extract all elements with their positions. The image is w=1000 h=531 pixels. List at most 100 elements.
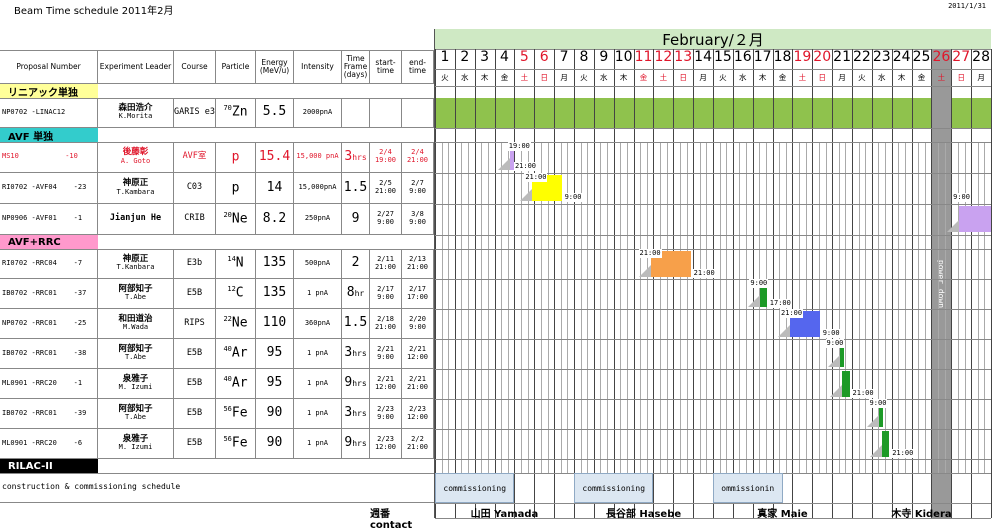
day-divider [951, 49, 953, 518]
energy-cell: 15.4 [256, 142, 294, 172]
proposal-cell: IB0702 -RRC01 -39 [0, 399, 98, 428]
course-cell: CRIB [174, 204, 216, 234]
commissioning-block[interactable]: commissioning [435, 473, 515, 503]
course-cell: GARIS e3 [174, 98, 216, 127]
header-course: Course [174, 51, 216, 83]
day-divider [653, 49, 655, 518]
day-divider [534, 49, 536, 518]
particle-cell: 56Fe [216, 429, 256, 458]
end-cell: 2/7 9:00 [402, 173, 434, 203]
grid-row-divider [435, 459, 991, 460]
day-divider [971, 49, 973, 518]
bar-np0906[interactable] [958, 206, 991, 232]
table-row[interactable]: NP0906 -AVF01 -1 Jianjun He CRIB 20Ne 8.2 250… [0, 204, 434, 235]
weekday-label: 日 [957, 73, 965, 82]
bar-ml0901-6[interactable] [881, 431, 890, 457]
contact-label: 週番 contact [370, 509, 413, 531]
table-row[interactable]: IB0702 -RRC01 -37 阿部知子 T.Abe E5B 12C 135 1 pnA… [0, 279, 434, 309]
bar-time-end: 17:00 [768, 299, 792, 308]
subday-divider [845, 142, 847, 473]
particle-cell: 12C [216, 279, 256, 308]
table-row[interactable]: MS10 -10 後藤彰 A. Goto AVF室 p 15.4 15,000 pnA 3hr… [0, 142, 434, 173]
day-divider [454, 49, 456, 518]
subday-divider [885, 142, 887, 473]
weekday-label: 土 [659, 73, 668, 82]
start-cell: 2/11 21:00 [370, 249, 402, 278]
table-row[interactable]: RI0702 -RRC04 -7 神原正 T.Kanbara E3b 14N 135 500… [0, 249, 434, 279]
setup-triangle [827, 355, 840, 367]
subday-divider [481, 142, 483, 473]
setup-triangle [777, 325, 790, 337]
page-date: 2011/1/31 [948, 2, 986, 10]
day-number: 23 [872, 49, 891, 65]
leader-cell: 泉雅子 M. Izumi [98, 369, 174, 398]
day-divider [732, 49, 734, 518]
weekday-label: 水 [739, 73, 747, 82]
weekday-label: 金 [639, 73, 648, 82]
day-number: 11 [634, 49, 653, 65]
energy-cell: 90 [256, 399, 294, 428]
commissioning-block[interactable]: commissioning [574, 473, 654, 503]
weekday-label: 日 [679, 73, 687, 82]
particle-cell: 20Ne [216, 204, 256, 234]
subday-divider [686, 142, 688, 473]
subday-divider [507, 142, 509, 473]
energy-cell: 14 [256, 173, 294, 203]
subday-divider [818, 142, 820, 473]
weekday-label: 火 [580, 73, 588, 82]
subday-divider [699, 142, 701, 473]
table-row[interactable]: IB0702 -RRC01 -38 阿部知子 T.Abe E5B 40Ar 95 1 pnA… [0, 339, 434, 369]
setup-triangle [946, 220, 959, 232]
bar-time-end: 21:00 [692, 269, 716, 278]
bar-time-start: 21:00 [638, 249, 662, 258]
table-row[interactable]: RI0702 -AVF04 -23 神原正 T.Kambara C03 p 14 15,00… [0, 173, 434, 204]
table-row[interactable]: NP0702 -RRC01 -25 和田道治 M.Wada RIPS 22Ne 110 36… [0, 309, 434, 339]
day-divider [435, 49, 436, 518]
day-divider [693, 49, 695, 518]
subday-divider [600, 142, 602, 473]
month-header: February/２月 [435, 29, 991, 50]
course-cell: E5B [174, 429, 216, 458]
subday-divider [957, 142, 959, 473]
subday-divider [587, 142, 589, 473]
particle-cell: 56Fe [216, 399, 256, 428]
subday-divider [938, 142, 940, 473]
subday-divider [660, 142, 662, 473]
subday-divider [964, 142, 966, 473]
bar-time-end: 9:00 [821, 329, 841, 338]
timeframe-cell: 3hrs [342, 339, 370, 368]
start-cell: 2/5 21:00 [370, 173, 402, 203]
grid-row-divider [435, 503, 991, 504]
start-cell: 2/21 9:00 [370, 339, 402, 368]
weekday-label: 金 [917, 73, 926, 82]
header-end: end-time [402, 51, 434, 83]
weekday-label: 金 [778, 73, 787, 82]
table-row[interactable]: NP0702 -LINAC12 森田浩介 K.Morita GARIS e3 70Zn 5… [0, 98, 434, 128]
day-number: 21 [833, 49, 851, 65]
table-row[interactable]: ML0901 -RRC20 -1 泉雅子 M. Izumi E5B 40Ar 95 1 pn… [0, 369, 434, 399]
course-cell: E3b [174, 249, 216, 278]
start-cell: 2/23 9:00 [370, 399, 402, 428]
grid-row-divider [435, 309, 991, 310]
table-row[interactable]: IB0702 -RRC01 -39 阿部知子 T.Abe E5B 56Fe 90 1 pnA… [0, 399, 434, 429]
energy-cell: 8.2 [256, 204, 294, 234]
intensity-cell: 15,000pnA [294, 173, 342, 203]
subday-divider [626, 142, 628, 473]
subday-divider [904, 142, 906, 473]
day-divider [911, 49, 913, 518]
course-cell: E5B [174, 279, 216, 308]
day-number: 7 [559, 49, 569, 65]
day-divider [891, 49, 893, 518]
setup-triangle [830, 385, 843, 397]
day-number: 9 [599, 49, 609, 65]
subday-divider [746, 142, 748, 473]
linac-green-band [435, 98, 932, 128]
timeframe-cell: 2 [342, 249, 370, 278]
end-cell: 3/8 9:00 [402, 204, 434, 234]
bar-ml0901-1[interactable] [842, 371, 850, 397]
commissioning-block[interactable]: ommissionin [713, 473, 783, 503]
bar-time-start: 9:00 [825, 339, 845, 348]
table-row[interactable]: ML0901 -RRC20 -6 泉雅子 M. Izumi E5B 56Fe 90 1 pn… [0, 429, 434, 459]
proposal-cell: RI0702 -AVF04 -23 [0, 173, 98, 203]
day-divider [852, 49, 853, 518]
